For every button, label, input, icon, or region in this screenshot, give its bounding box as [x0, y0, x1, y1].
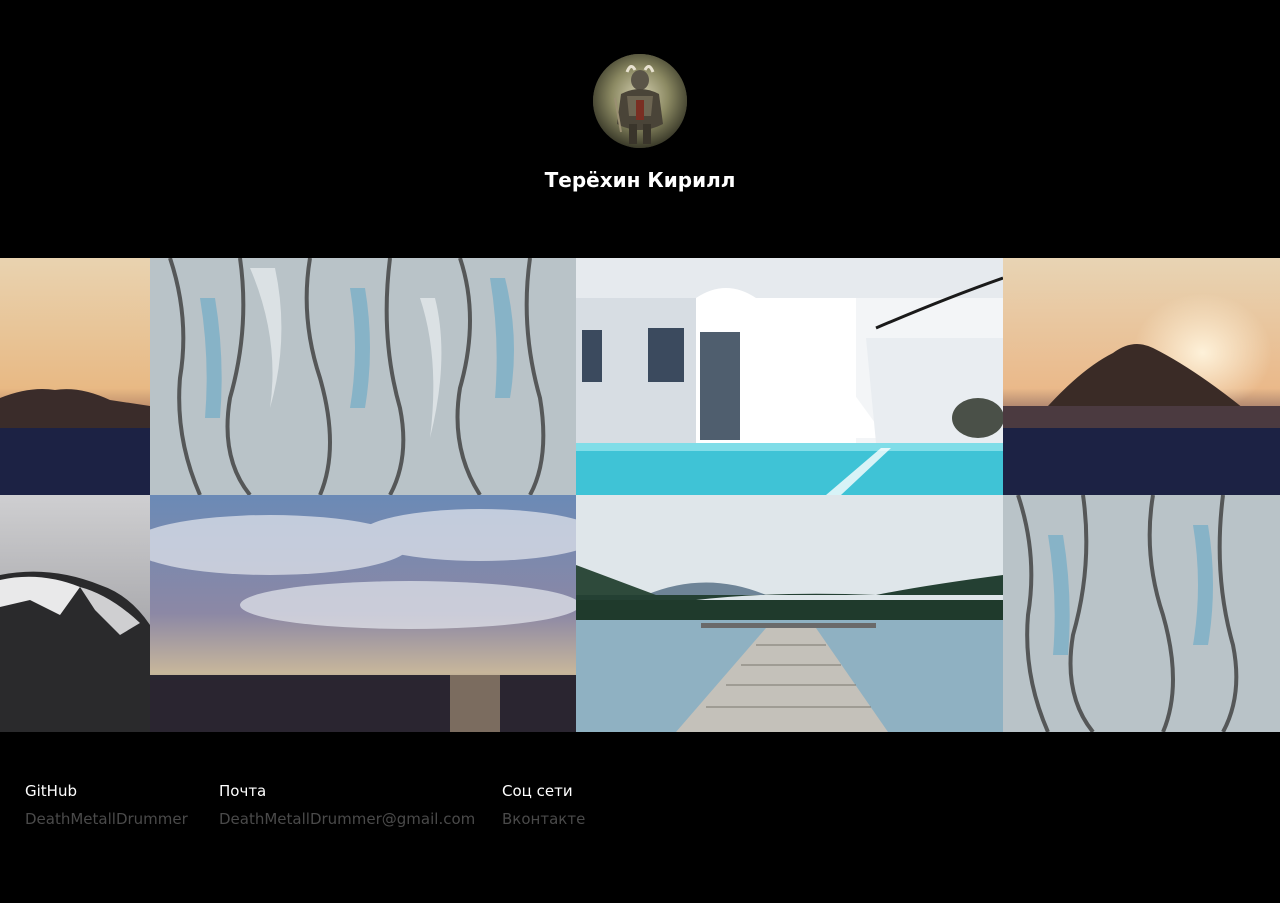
gallery-image[interactable] — [1003, 495, 1280, 732]
avatar — [593, 54, 687, 148]
photo-gallery — [0, 258, 1280, 732]
gallery-image[interactable] — [150, 258, 576, 495]
gallery-image[interactable] — [0, 495, 150, 732]
gallery-image[interactable] — [576, 495, 1003, 732]
page: Терёхин Кирилл GitHub DeathMetallDrummer… — [0, 0, 1280, 903]
footer-column-github: GitHub DeathMetallDrummer — [25, 780, 188, 830]
gallery-image[interactable] — [576, 258, 1003, 495]
gallery-image[interactable] — [150, 495, 576, 732]
profile-header: Терёхин Кирилл — [0, 0, 1280, 258]
footer-title-social: Соц сети — [502, 782, 573, 800]
footer: GitHub DeathMetallDrummer Почта DeathMet… — [0, 780, 1280, 860]
footer-title-github: GitHub — [25, 782, 77, 800]
email-link[interactable]: DeathMetallDrummer@gmail.com — [219, 808, 475, 830]
footer-title-email: Почта — [219, 782, 267, 800]
vk-link[interactable]: Вконтакте — [502, 808, 585, 830]
gallery-image[interactable] — [0, 258, 150, 495]
footer-column-social: Соц сети Вконтакте — [502, 780, 585, 830]
avatar-icon — [593, 54, 687, 148]
footer-column-email: Почта DeathMetallDrummer@gmail.com — [219, 780, 475, 830]
gallery-image[interactable] — [1003, 258, 1280, 495]
github-link[interactable]: DeathMetallDrummer — [25, 808, 188, 830]
profile-name: Терёхин Кирилл — [544, 168, 736, 192]
